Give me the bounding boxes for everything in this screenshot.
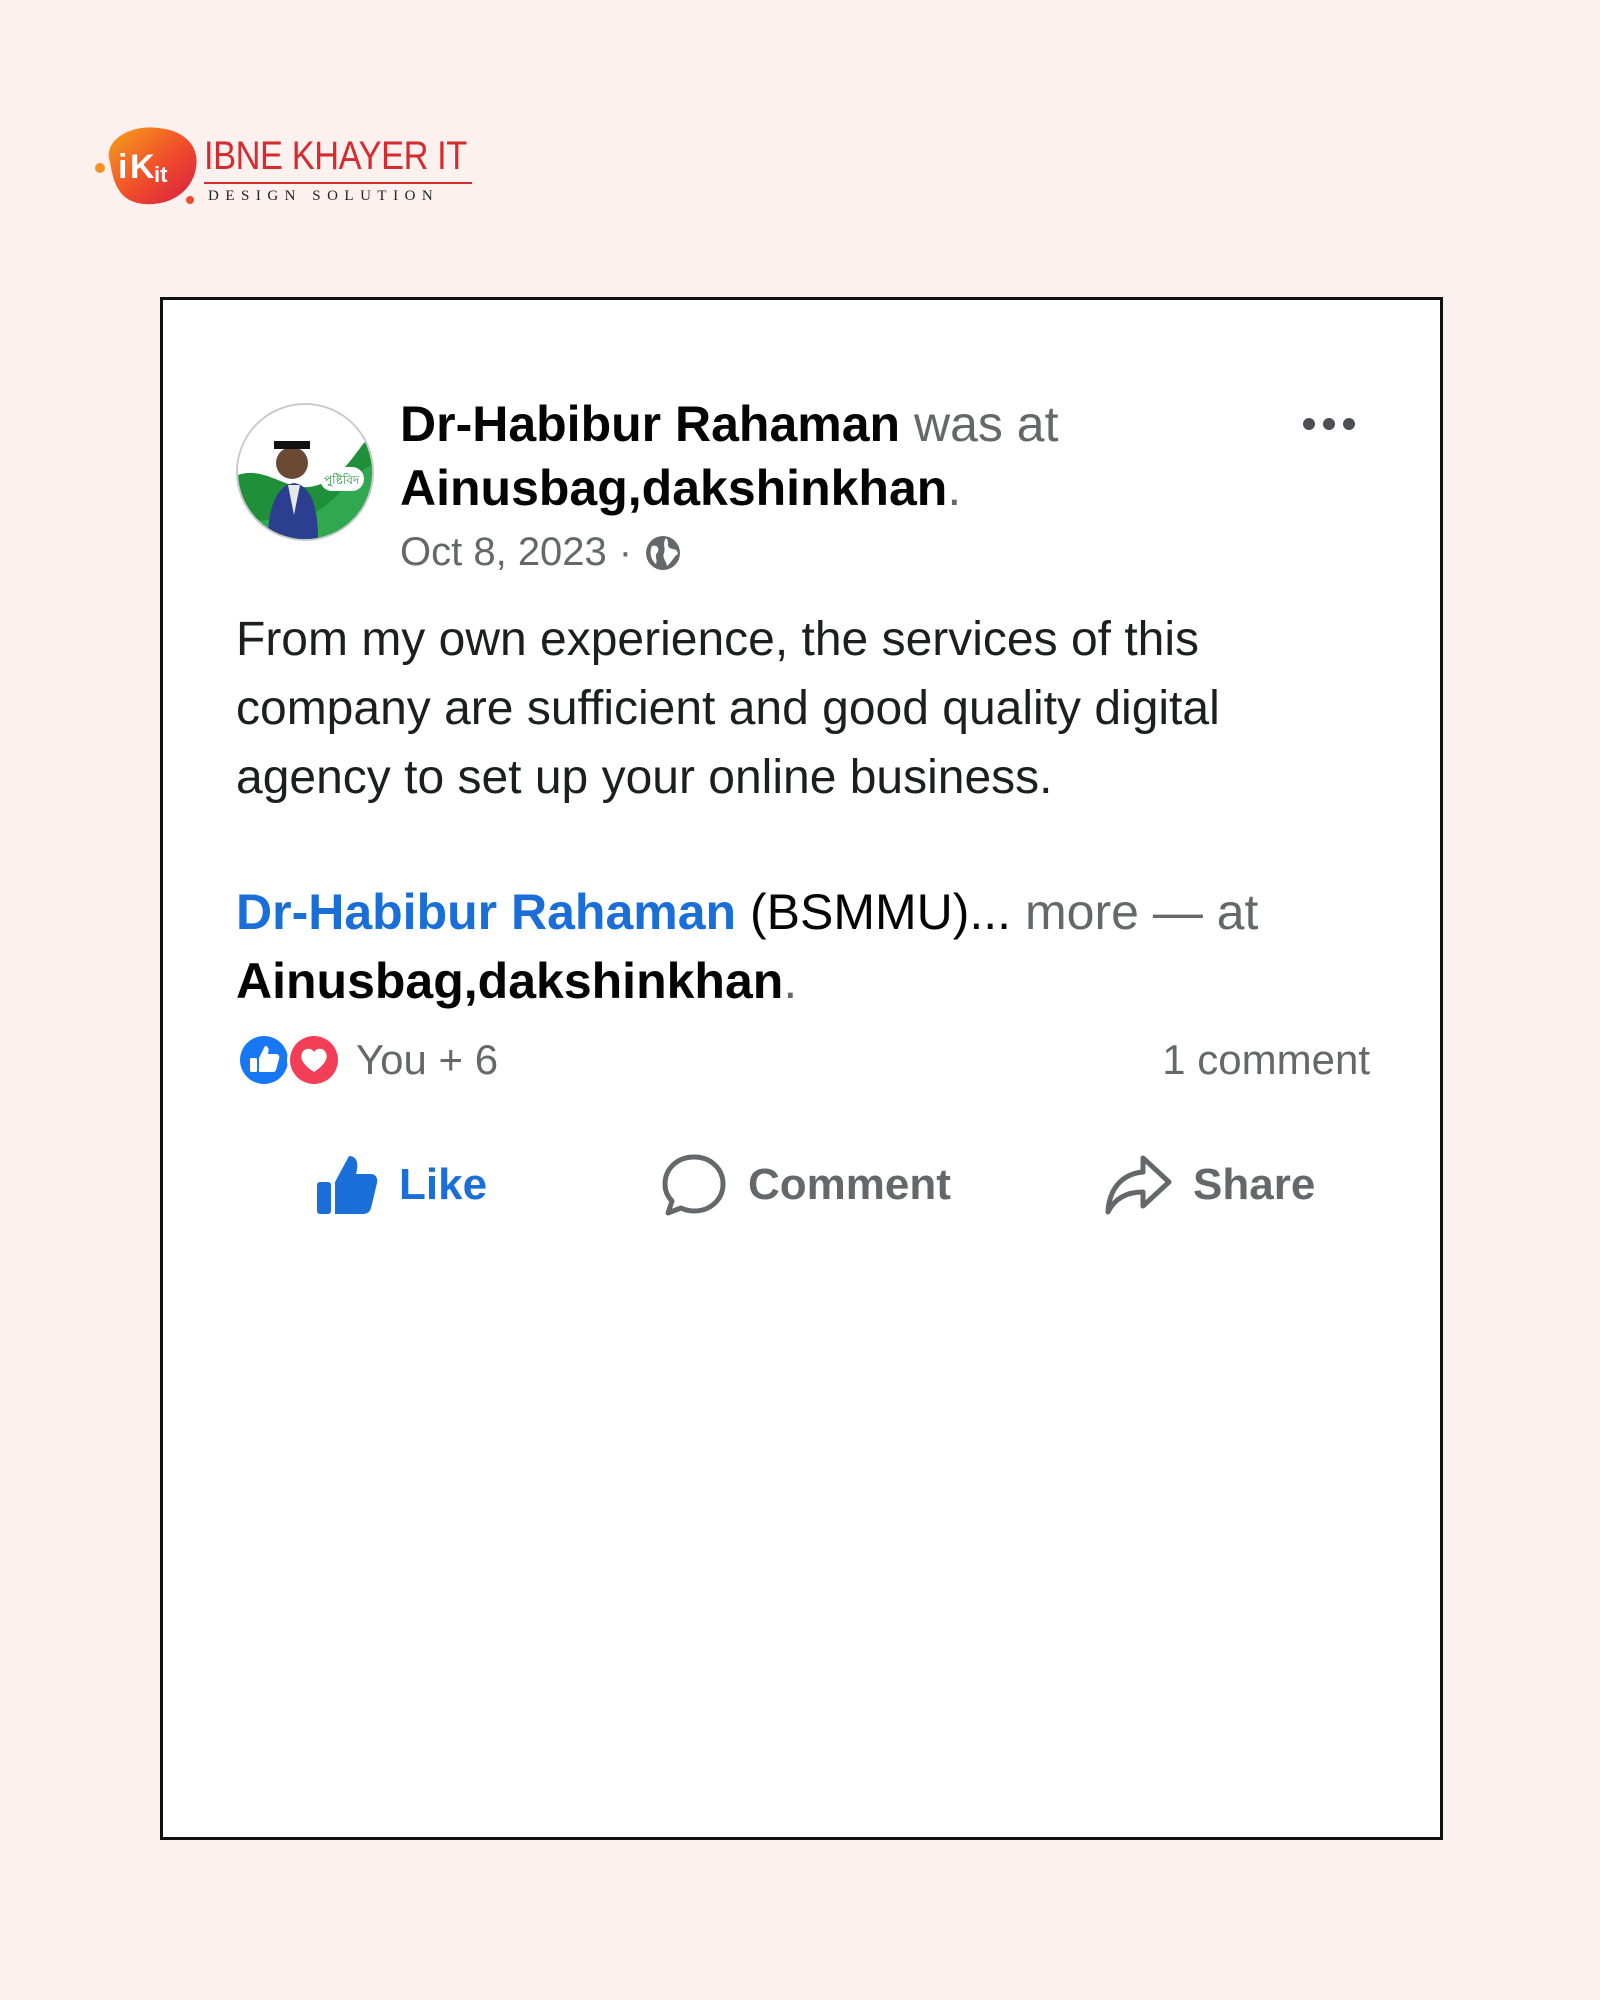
like-label: Like: [399, 1160, 488, 1209]
comment-bubble-icon: [662, 1154, 726, 1216]
post-mention: Dr-Habibur Rahaman (BSMMU)... more — at …: [236, 878, 1376, 1016]
reaction-count[interactable]: You + 6: [356, 1036, 498, 1084]
mention-period: .: [783, 953, 798, 1009]
post-action-bar: Like Comment Share: [163, 1140, 1440, 1230]
author-avatar[interactable]: পুষ্টিবিদ: [236, 403, 374, 541]
globe-icon[interactable]: [644, 534, 682, 572]
thumbs-up-icon: [317, 1156, 378, 1214]
share-label: Share: [1193, 1160, 1316, 1209]
post-body: From my own experience, the services of …: [236, 613, 1220, 804]
brand-tagline: DESIGN SOLUTION: [208, 188, 440, 204]
post-date[interactable]: Oct 8, 2023: [400, 530, 607, 575]
author-name[interactable]: Dr-Habibur Rahaman: [400, 396, 900, 452]
like-button[interactable]: Like: [313, 1140, 487, 1230]
share-button[interactable]: Share: [1103, 1140, 1315, 1230]
header-period: .: [947, 460, 962, 516]
svg-text:it: it: [154, 162, 168, 187]
brand-divider: [204, 182, 472, 184]
header-location[interactable]: Ainusbag,dakshinkhan: [400, 460, 947, 516]
post-meta: Oct 8, 2023 ·: [400, 530, 682, 575]
see-more-link[interactable]: more: [1025, 884, 1139, 940]
avatar-image: পুষ্টিবিদ: [238, 405, 372, 539]
post-card: পুষ্টিবিদ Dr-Habibur Rahaman was at Ainu…: [160, 297, 1443, 1840]
mention-affiliation: (BSMMU)...: [749, 884, 1012, 940]
love-reaction-icon: [287, 1033, 341, 1087]
header-connector: was at: [913, 396, 1059, 452]
reactions-summary[interactable]: You + 6: [236, 1030, 498, 1090]
brand-logo: i K it IBNE KHAYER IT DESIGN SOLUTION: [92, 122, 492, 214]
brand-name: IBNE KHAYER IT: [204, 134, 467, 178]
more-options-icon[interactable]: [1303, 417, 1369, 437]
post-header: Dr-Habibur Rahaman was at Ainusbag,daksh…: [400, 392, 1160, 520]
share-arrow-icon: [1105, 1155, 1172, 1215]
mention-name-link[interactable]: Dr-Habibur Rahaman: [236, 884, 736, 940]
comment-count-link[interactable]: 1 comment: [1162, 1036, 1370, 1084]
mention-dash-at: — at: [1152, 884, 1259, 940]
svg-text:i: i: [118, 148, 127, 186]
like-reaction-icon: [237, 1033, 291, 1087]
svg-text:K: K: [130, 148, 155, 186]
mention-location[interactable]: Ainusbag,dakshinkhan: [236, 953, 783, 1009]
avatar-badge: পুষ্টিবিদ: [324, 473, 360, 488]
comment-button[interactable]: Comment: [660, 1140, 951, 1230]
brand-logo-mark: i K it: [95, 127, 197, 205]
meta-separator: ·: [618, 530, 633, 574]
comment-label: Comment: [748, 1160, 951, 1209]
